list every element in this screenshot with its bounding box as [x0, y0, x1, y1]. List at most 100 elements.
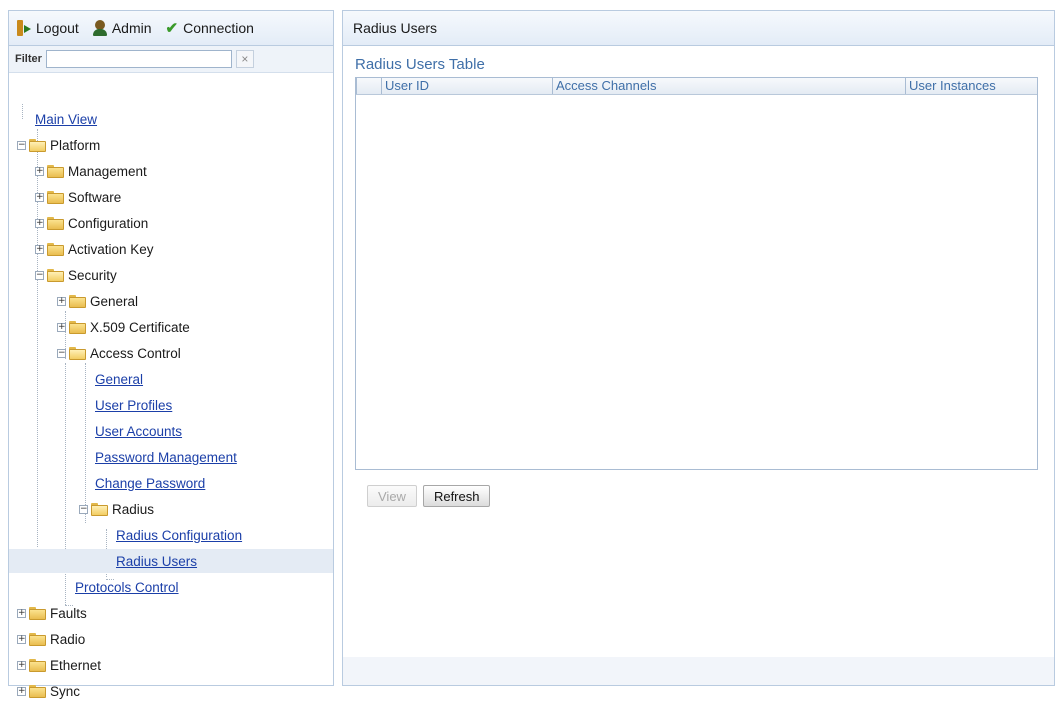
user-icon [92, 20, 107, 36]
content-header: Radius Users [343, 11, 1054, 46]
tree-item-activation-key[interactable]: + Activation Key [9, 237, 333, 261]
tree-item-security-general[interactable]: + General [9, 289, 333, 313]
tree-item-radius[interactable]: − Radius [9, 497, 333, 521]
radius-users-link[interactable]: Radius Users [116, 554, 197, 569]
tree-item-radio[interactable]: + Radio [9, 627, 333, 651]
folder-open-icon [91, 502, 108, 516]
radius-label: Radius [112, 501, 155, 517]
x509-label: X.509 Certificate [90, 319, 190, 335]
folder-icon [47, 216, 64, 230]
configuration-label: Configuration [68, 215, 149, 231]
logout-button[interactable]: Logout [17, 20, 79, 36]
folder-open-icon [29, 138, 46, 152]
expand-icon[interactable]: + [17, 660, 26, 670]
tree-item-x509[interactable]: + X.509 Certificate [9, 315, 333, 339]
tree-item-password-management[interactable]: Password Management [9, 445, 333, 469]
expand-icon[interactable]: + [57, 322, 66, 332]
logout-icon [17, 20, 31, 36]
ac-general-link[interactable]: General [95, 372, 143, 387]
expand-icon[interactable]: + [35, 166, 44, 176]
collapse-icon[interactable]: − [79, 504, 88, 514]
password-management-link[interactable]: Password Management [95, 450, 237, 465]
collapse-icon[interactable]: − [35, 270, 44, 280]
activation-key-label: Activation Key [68, 241, 154, 257]
checkmark-icon: ✔ [165, 20, 179, 37]
table-body [356, 95, 1037, 465]
table-header: User ID Access Channels User Instances [356, 78, 1037, 95]
filter-bar: Filter × [9, 46, 333, 73]
column-header-user-id[interactable]: User ID [381, 78, 552, 94]
management-label: Management [68, 163, 147, 179]
tree-item-sync[interactable]: + Sync [9, 679, 333, 703]
nav-toolbar: Logout Admin ✔ Connection [9, 11, 333, 46]
admin-button[interactable]: Admin [92, 20, 152, 36]
folder-icon [29, 606, 46, 620]
content-footer [343, 657, 1054, 685]
tree-item-radius-users[interactable]: Radius Users [9, 549, 333, 573]
collapse-icon[interactable]: − [17, 140, 26, 150]
column-header-user-instances[interactable]: User Instances [905, 78, 1037, 94]
refresh-button[interactable]: Refresh [422, 485, 491, 507]
tree-item-access-control[interactable]: − Access Control [9, 341, 333, 365]
collapse-icon[interactable]: − [57, 348, 66, 358]
sync-label: Sync [50, 683, 81, 699]
radio-label: Radio [50, 631, 86, 647]
column-header-access-channels[interactable]: Access Channels [552, 78, 905, 94]
ethernet-label: Ethernet [50, 657, 102, 673]
filter-clear-button[interactable]: × [235, 50, 254, 68]
access-control-label: Access Control [90, 345, 181, 361]
expand-icon[interactable]: + [35, 192, 44, 202]
user-accounts-link[interactable]: User Accounts [95, 424, 182, 439]
platform-label: Platform [50, 137, 101, 153]
folder-open-icon [47, 268, 64, 282]
tree-item-user-profiles[interactable]: User Profiles [9, 393, 333, 417]
folder-icon [29, 632, 46, 646]
table-header-select-column[interactable] [356, 78, 381, 94]
logout-label: Logout [36, 20, 79, 36]
tree-item-platform[interactable]: − Platform [9, 133, 333, 157]
tree-item-user-accounts[interactable]: User Accounts [9, 419, 333, 443]
faults-label: Faults [50, 605, 87, 621]
content-pane: Radius Users Radius Users Table User ID … [342, 10, 1055, 686]
protocols-control-link[interactable]: Protocols Control [75, 580, 179, 595]
tree-item-faults[interactable]: + Faults [9, 601, 333, 625]
software-label: Software [68, 189, 122, 205]
expand-icon[interactable]: + [35, 218, 44, 228]
connection-button[interactable]: ✔ Connection [166, 19, 254, 37]
expand-icon[interactable]: + [17, 608, 26, 618]
user-profiles-link[interactable]: User Profiles [95, 398, 172, 413]
folder-icon [29, 658, 46, 672]
expand-icon[interactable]: + [35, 244, 44, 254]
folder-icon [69, 294, 86, 308]
expand-icon[interactable]: + [17, 634, 26, 644]
change-password-link[interactable]: Change Password [95, 476, 205, 491]
radius-configuration-link[interactable]: Radius Configuration [116, 528, 242, 543]
navigation-pane: Logout Admin ✔ Connection Filter × Main … [8, 10, 334, 699]
table-title: Radius Users Table [355, 56, 485, 73]
security-label: Security [68, 267, 117, 283]
expand-icon[interactable]: + [17, 686, 26, 696]
tree-item-protocols-control[interactable]: Protocols Control [9, 575, 333, 599]
expand-icon[interactable]: + [57, 296, 66, 306]
filter-input[interactable] [45, 50, 232, 68]
tree-item-software[interactable]: + Software [9, 185, 333, 209]
tree-item-radius-configuration[interactable]: Radius Configuration [9, 523, 333, 547]
tree-item-configuration[interactable]: + Configuration [9, 211, 333, 235]
tree-item-main-view[interactable]: Main View [9, 107, 333, 131]
folder-icon [29, 684, 46, 698]
tree-item-ac-general[interactable]: General [9, 367, 333, 391]
main-view-link[interactable]: Main View [35, 112, 97, 127]
folder-icon [47, 242, 64, 256]
view-button[interactable]: View [367, 485, 417, 507]
general-folder-label: General [90, 293, 139, 309]
tree-item-change-password[interactable]: Change Password [9, 471, 333, 495]
radius-users-table: User ID Access Channels User Instances [355, 77, 1038, 470]
tree-item-ethernet[interactable]: + Ethernet [9, 653, 333, 677]
tree-item-management[interactable]: + Management [9, 159, 333, 183]
folder-icon [47, 164, 64, 178]
tree-item-security[interactable]: − Security [9, 263, 333, 287]
table-actions: View Refresh [367, 485, 491, 507]
connection-label: Connection [183, 20, 254, 36]
folder-icon [69, 320, 86, 334]
folder-open-icon [69, 346, 86, 360]
